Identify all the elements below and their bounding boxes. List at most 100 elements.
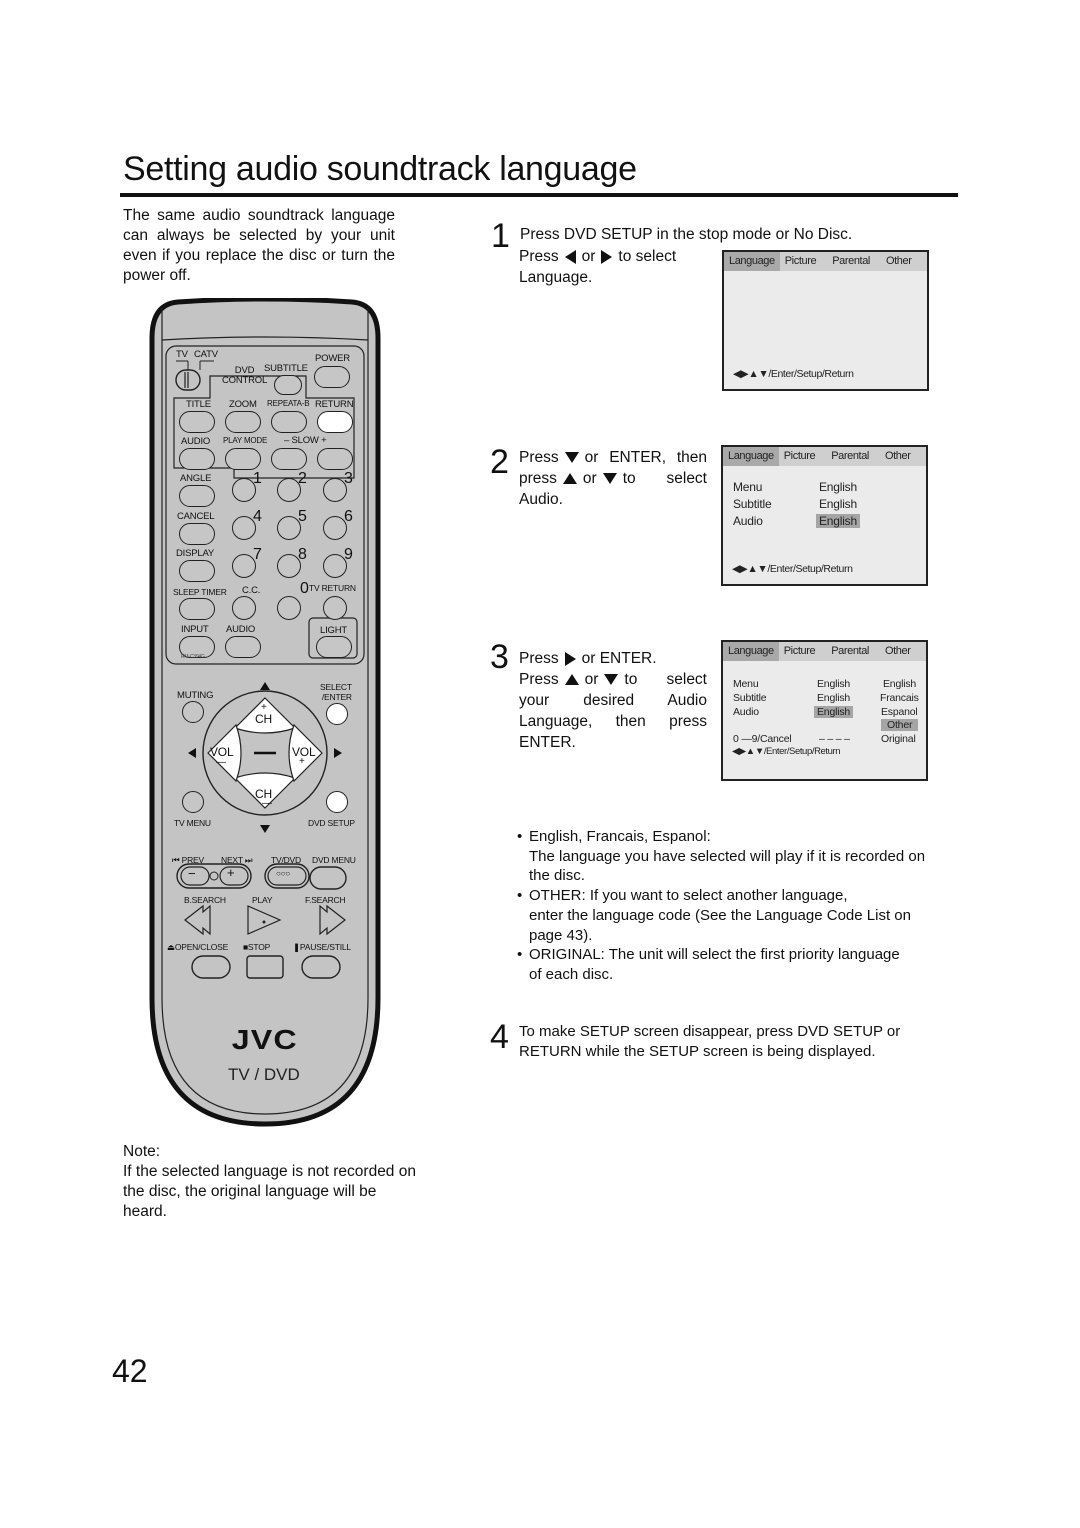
osd-value-audio-highlighted: English (814, 706, 854, 718)
digit-3-label: 3 (344, 470, 353, 487)
digit-5-label: 5 (298, 508, 307, 525)
bullet-dot: • (517, 887, 523, 905)
label-catv: CATV (194, 349, 218, 360)
bullet-head: ORIGINAL: The unit will select the first… (529, 946, 900, 964)
osd-option-other-highlighted: Other (881, 719, 919, 731)
digit-0-button[interactable] (277, 596, 301, 620)
bullet-original: • ORIGINAL: The unit will select the fir… (517, 945, 937, 984)
label-power: POWER (315, 353, 350, 364)
step-1-or: or (581, 248, 596, 265)
left-arrow-icon (564, 249, 576, 264)
osd-screen-audio-selected: Language Picture Parental Other Menu Eng… (721, 445, 928, 586)
label-audio-2: AUDIO (226, 624, 256, 635)
osd-tab-parental: Parental (832, 255, 870, 267)
step-1-text: Press or to select Language. (519, 246, 707, 288)
stop-button[interactable] (247, 956, 283, 978)
angle-button[interactable] (179, 485, 215, 507)
sleep-timer-button[interactable] (179, 598, 215, 620)
step-3-press-2: Press (519, 671, 559, 688)
osd-label-audio: Audio (733, 706, 759, 718)
label-dvd-setup: DVD SETUP (308, 818, 355, 828)
light-button[interactable] (316, 636, 352, 658)
step-2-text: Press or ENTER, then press or to select Aud… (519, 447, 707, 510)
zoom-button[interactable] (225, 411, 261, 433)
pause-still-button[interactable] (302, 956, 340, 978)
label-title: TITLE (186, 399, 211, 410)
osd-value-menu: English (819, 480, 857, 494)
cc-button[interactable] (232, 596, 256, 620)
label-pause-still: ❚PAUSE/STILL (293, 942, 351, 952)
f-search-button[interactable] (318, 904, 348, 936)
power-button[interactable] (314, 366, 350, 388)
osd-value-menu: English (817, 678, 851, 690)
osd-label-subtitle: Subtitle (733, 497, 772, 511)
osd-tab-picture: Picture (783, 645, 816, 657)
osd-tab-other: Other (884, 450, 911, 462)
tv-dvd-button[interactable] (265, 864, 309, 888)
audio-button[interactable] (179, 448, 215, 470)
osd-label-audio: Audio (733, 514, 763, 528)
down-arrow-icon (602, 473, 617, 485)
digit-2-label: 2 (298, 470, 307, 487)
tv-return-button[interactable] (323, 596, 347, 620)
label-tv: TV (176, 349, 188, 360)
osd-code-entry-label: 0 —9/Cancel (733, 733, 792, 745)
osd-tab-language: Language (723, 447, 779, 466)
label-repeat-ab: REPEATA-B (267, 399, 310, 408)
digit-4-label: 4 (253, 508, 262, 525)
osd-screen-audio-options: Language Picture Parental Other Menu Eng… (721, 640, 928, 781)
step-1-press: Press (519, 248, 559, 265)
tv-menu-button[interactable] (182, 791, 204, 813)
subtitle-button[interactable] (274, 375, 302, 395)
prev-next-button[interactable] (181, 864, 251, 888)
return-button[interactable] (317, 411, 353, 433)
osd-footer: ◀▶▲▼/Enter/Setup/Return (732, 746, 841, 757)
muting-button[interactable] (182, 701, 204, 723)
label-slow: – SLOW + (284, 435, 327, 446)
step-3-press: Press (519, 650, 559, 667)
title-button[interactable] (179, 411, 215, 433)
osd-tab-language: Language (724, 252, 780, 271)
osd-tab-other: Other (884, 645, 911, 657)
digit-0-label: 0 (300, 580, 309, 597)
remote-model-line: TV / DVD (228, 1065, 300, 1084)
right-arrow-icon (601, 249, 613, 264)
cancel-button[interactable] (179, 523, 215, 545)
jvc-logo: JVC (231, 1024, 298, 1055)
digit-6-label: 6 (344, 508, 353, 525)
step-2-or: or (582, 470, 597, 487)
select-enter-button[interactable] (326, 703, 348, 725)
step-2-press: Press (519, 449, 559, 466)
remote-model-code: RM-C394G (181, 654, 205, 660)
osd-tabs: Language Picture Parental Other (723, 447, 926, 466)
osd-tabs: Language Picture Parental Other (723, 642, 926, 661)
step-4-text: To make SETUP screen disappear, press DV… (519, 1023, 901, 1060)
repeat-ab-button[interactable] (271, 411, 307, 433)
page-title: Setting audio soundtrack language (123, 150, 637, 188)
open-close-button[interactable] (192, 956, 230, 978)
osd-value-audio-highlighted: English (816, 514, 860, 528)
slow-plus-button[interactable] (317, 448, 353, 470)
osd-label-menu: Menu (733, 480, 763, 494)
dvd-menu-button[interactable] (310, 867, 346, 889)
osd-code-entry-value: – – – – (819, 733, 850, 745)
play-button[interactable] (247, 904, 281, 936)
label-select-enter: SELECT /ENTER (320, 682, 352, 702)
dvd-setup-button[interactable] (326, 791, 348, 813)
ch-minus-sign: — (262, 798, 272, 809)
label-open-close: ⏏OPEN/CLOSE (167, 942, 229, 952)
ch-up-label: CH (255, 712, 272, 726)
step-3-or: or (584, 671, 599, 688)
remote-control-illustration: TV CATV POWER DVD CONTROL SUBTITLE TITLE… (148, 298, 382, 1128)
slow-minus-button[interactable] (271, 448, 307, 470)
osd-tab-other: Other (885, 255, 912, 267)
bullet-head: English, Francais, Espanol: (529, 828, 711, 845)
play-mode-button[interactable] (225, 448, 261, 470)
label-tv-return: TV RETURN (309, 583, 356, 593)
display-button[interactable] (179, 560, 215, 582)
osd-option-espanol: Espanol (881, 706, 918, 718)
audio-2-button[interactable] (225, 636, 261, 658)
osd-tab-parental: Parental (831, 450, 869, 462)
label-muting: MUTING (177, 690, 214, 701)
b-search-button[interactable] (182, 904, 212, 936)
